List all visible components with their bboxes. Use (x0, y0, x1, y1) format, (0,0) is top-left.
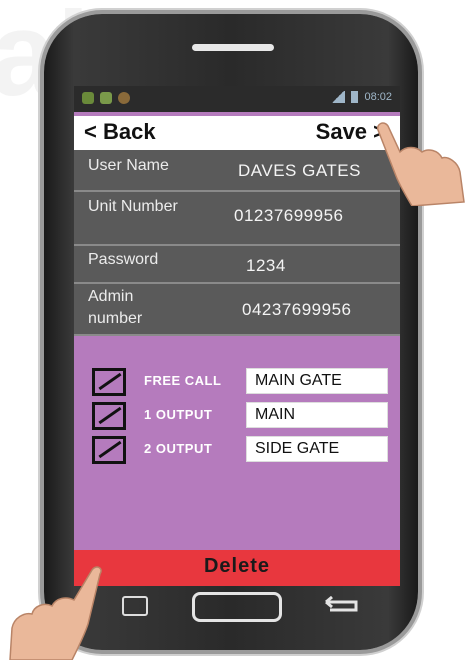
free-call-input[interactable]: MAIN GATE (246, 368, 388, 394)
status-bar: 08:02 (74, 86, 400, 112)
field-value[interactable]: 1234 (246, 256, 286, 276)
delete-button[interactable]: Delete (74, 555, 400, 578)
field-value[interactable]: DAVES GATES (238, 161, 361, 181)
android-nav-bar (74, 586, 400, 626)
field-user-name[interactable]: User Name DAVES GATES (74, 150, 400, 192)
field-unit-number[interactable]: Unit Number 01237699956 (74, 192, 400, 246)
pointing-hand-icon (376, 122, 465, 206)
phone-speaker (192, 44, 274, 51)
option-label: FREE CALL (144, 373, 222, 388)
option-label: 2 OUTPUT (144, 441, 213, 456)
field-admin-number[interactable]: Admin number 04237699956 (74, 284, 400, 336)
option-free-call: FREE CALL MAIN GATE (92, 368, 392, 398)
field-value[interactable]: 04237699956 (242, 300, 352, 320)
option-label: 1 OUTPUT (144, 407, 213, 422)
recent-apps-icon[interactable] (122, 596, 148, 616)
free-call-checkbox[interactable] (92, 368, 126, 396)
notification-icon (100, 92, 112, 104)
app-screen: 08:02 < Back Save > User Name DAVES GATE… (74, 86, 400, 586)
option-output-2: 2 OUTPUT SIDE GATE (92, 436, 392, 466)
field-label: Password (88, 251, 159, 268)
delete-bar[interactable]: Delete (74, 550, 400, 586)
pointing-hand-icon (9, 566, 102, 660)
signal-icon (331, 91, 346, 103)
output-2-checkbox[interactable] (92, 436, 126, 464)
field-label: Unit Number (88, 198, 178, 215)
notification-icons (82, 92, 130, 104)
output-1-input[interactable]: MAIN (246, 402, 388, 428)
field-label: Admin number (88, 288, 143, 327)
battery-icon (351, 91, 359, 103)
status-time: 08:02 (364, 91, 392, 103)
field-value[interactable]: 01237699956 (234, 206, 344, 226)
option-output-1: 1 OUTPUT MAIN (92, 402, 392, 432)
status-right: 08:02 (331, 91, 392, 103)
output-2-input[interactable]: SIDE GATE (246, 436, 388, 462)
top-bar: < Back Save > (74, 116, 400, 150)
notification-icon (82, 92, 94, 104)
home-icon[interactable] (192, 592, 282, 622)
shield-icon (118, 92, 130, 104)
output-1-checkbox[interactable] (92, 402, 126, 430)
back-button[interactable]: < Back (84, 119, 156, 145)
field-password[interactable]: Password 1234 (74, 246, 400, 284)
field-label: User Name (88, 157, 169, 174)
back-icon[interactable] (322, 596, 362, 614)
